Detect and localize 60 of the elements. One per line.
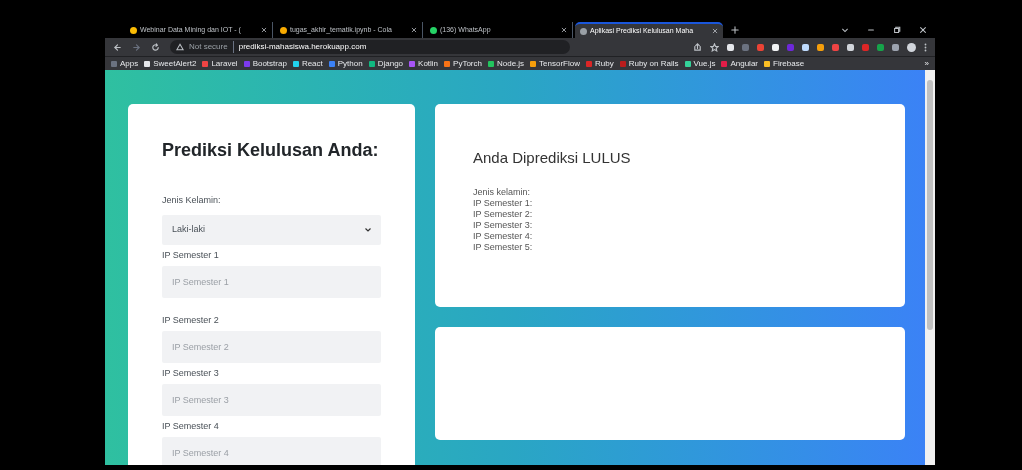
ip-input[interactable]: IP Semester 1 — [162, 266, 381, 298]
url-text: prediksi-mahasiswa.herokuapp.com — [232, 41, 367, 53]
bookmark-item[interactable]: Ruby — [586, 58, 614, 69]
address-bar[interactable]: Not secure prediksi-mahasiswa.herokuapp.com — [170, 40, 570, 54]
more-bookmarks-icon[interactable]: » — [924, 58, 929, 69]
new-tab-icon[interactable] — [731, 26, 739, 34]
minimize-icon[interactable] — [867, 26, 875, 34]
bookmark-item[interactable]: Apps — [111, 58, 139, 69]
bookmark-item[interactable]: PyTorch — [444, 58, 482, 69]
close-icon[interactable] — [919, 26, 927, 34]
bookmark-item[interactable]: Laravel — [202, 58, 238, 69]
tab-favicon-icon — [280, 26, 287, 34]
bookmark-item[interactable]: Kotlin — [409, 58, 439, 69]
tab-favicon-icon — [430, 26, 437, 34]
result-line: IP Semester 5: — [473, 241, 533, 253]
bookmark-item[interactable]: Python — [328, 58, 363, 69]
restore-icon[interactable] — [893, 26, 901, 34]
ip-input[interactable]: IP Semester 2 — [162, 331, 381, 363]
bookmark-item[interactable]: Node.js — [487, 58, 525, 69]
forward-icon[interactable] — [132, 42, 141, 52]
field-label: IP Semester 3 — [162, 367, 219, 379]
field-label: IP Semester 4 — [162, 420, 219, 432]
bookmark-item[interactable]: Vue.js — [684, 58, 716, 69]
form-title: Prediksi Kelulusan Anda: — [162, 139, 379, 162]
reload-icon[interactable] — [151, 42, 160, 52]
bookmark-item[interactable]: Firebase — [764, 58, 805, 69]
gender-select[interactable]: Laki-laki — [162, 215, 381, 245]
share-icon[interactable] — [693, 42, 702, 52]
bookmark-item[interactable]: TensorFlow — [530, 58, 580, 69]
avatar-icon[interactable] — [907, 42, 916, 52]
result-line: IP Semester 4: — [473, 230, 533, 242]
bookmark-item[interactable]: React — [292, 58, 323, 69]
scrollbar[interactable] — [925, 70, 935, 465]
bookmark-item[interactable]: Angular — [721, 58, 758, 69]
result-line: IP Semester 3: — [473, 219, 533, 231]
result-title: Anda Diprediksi LULUS — [473, 148, 631, 168]
chevron-down-icon — [365, 228, 371, 232]
close-icon[interactable] — [561, 27, 567, 33]
ip-input[interactable]: IP Semester 3 — [162, 384, 381, 416]
security-label: Not secure — [189, 41, 228, 53]
bookmark-item[interactable]: SweetAlert2 — [144, 58, 197, 69]
result-line: IP Semester 2: — [473, 208, 533, 220]
star-icon[interactable] — [710, 42, 719, 52]
close-icon[interactable] — [261, 27, 267, 33]
more-icon[interactable] — [924, 42, 927, 52]
tab-favicon-icon — [130, 26, 137, 34]
result-line: IP Semester 1: — [473, 197, 533, 209]
bookmark-item[interactable]: Django — [368, 58, 404, 69]
field-label: IP Semester 1 — [162, 249, 219, 261]
ip-input[interactable]: IP Semester 4 — [162, 437, 381, 465]
tab-search-icon[interactable] — [841, 26, 849, 34]
result-line: Jenis kelamin: — [473, 186, 531, 198]
close-icon[interactable] — [712, 28, 718, 34]
bookmark-item[interactable]: Bootstrap — [243, 58, 287, 69]
back-icon[interactable] — [113, 42, 122, 52]
warning-icon — [176, 43, 184, 51]
field-label: Jenis Kelamin: — [162, 194, 221, 206]
close-icon[interactable] — [411, 27, 417, 33]
bookmark-item[interactable]: Ruby on Rails — [619, 58, 679, 69]
field-label: IP Semester 2 — [162, 314, 219, 326]
